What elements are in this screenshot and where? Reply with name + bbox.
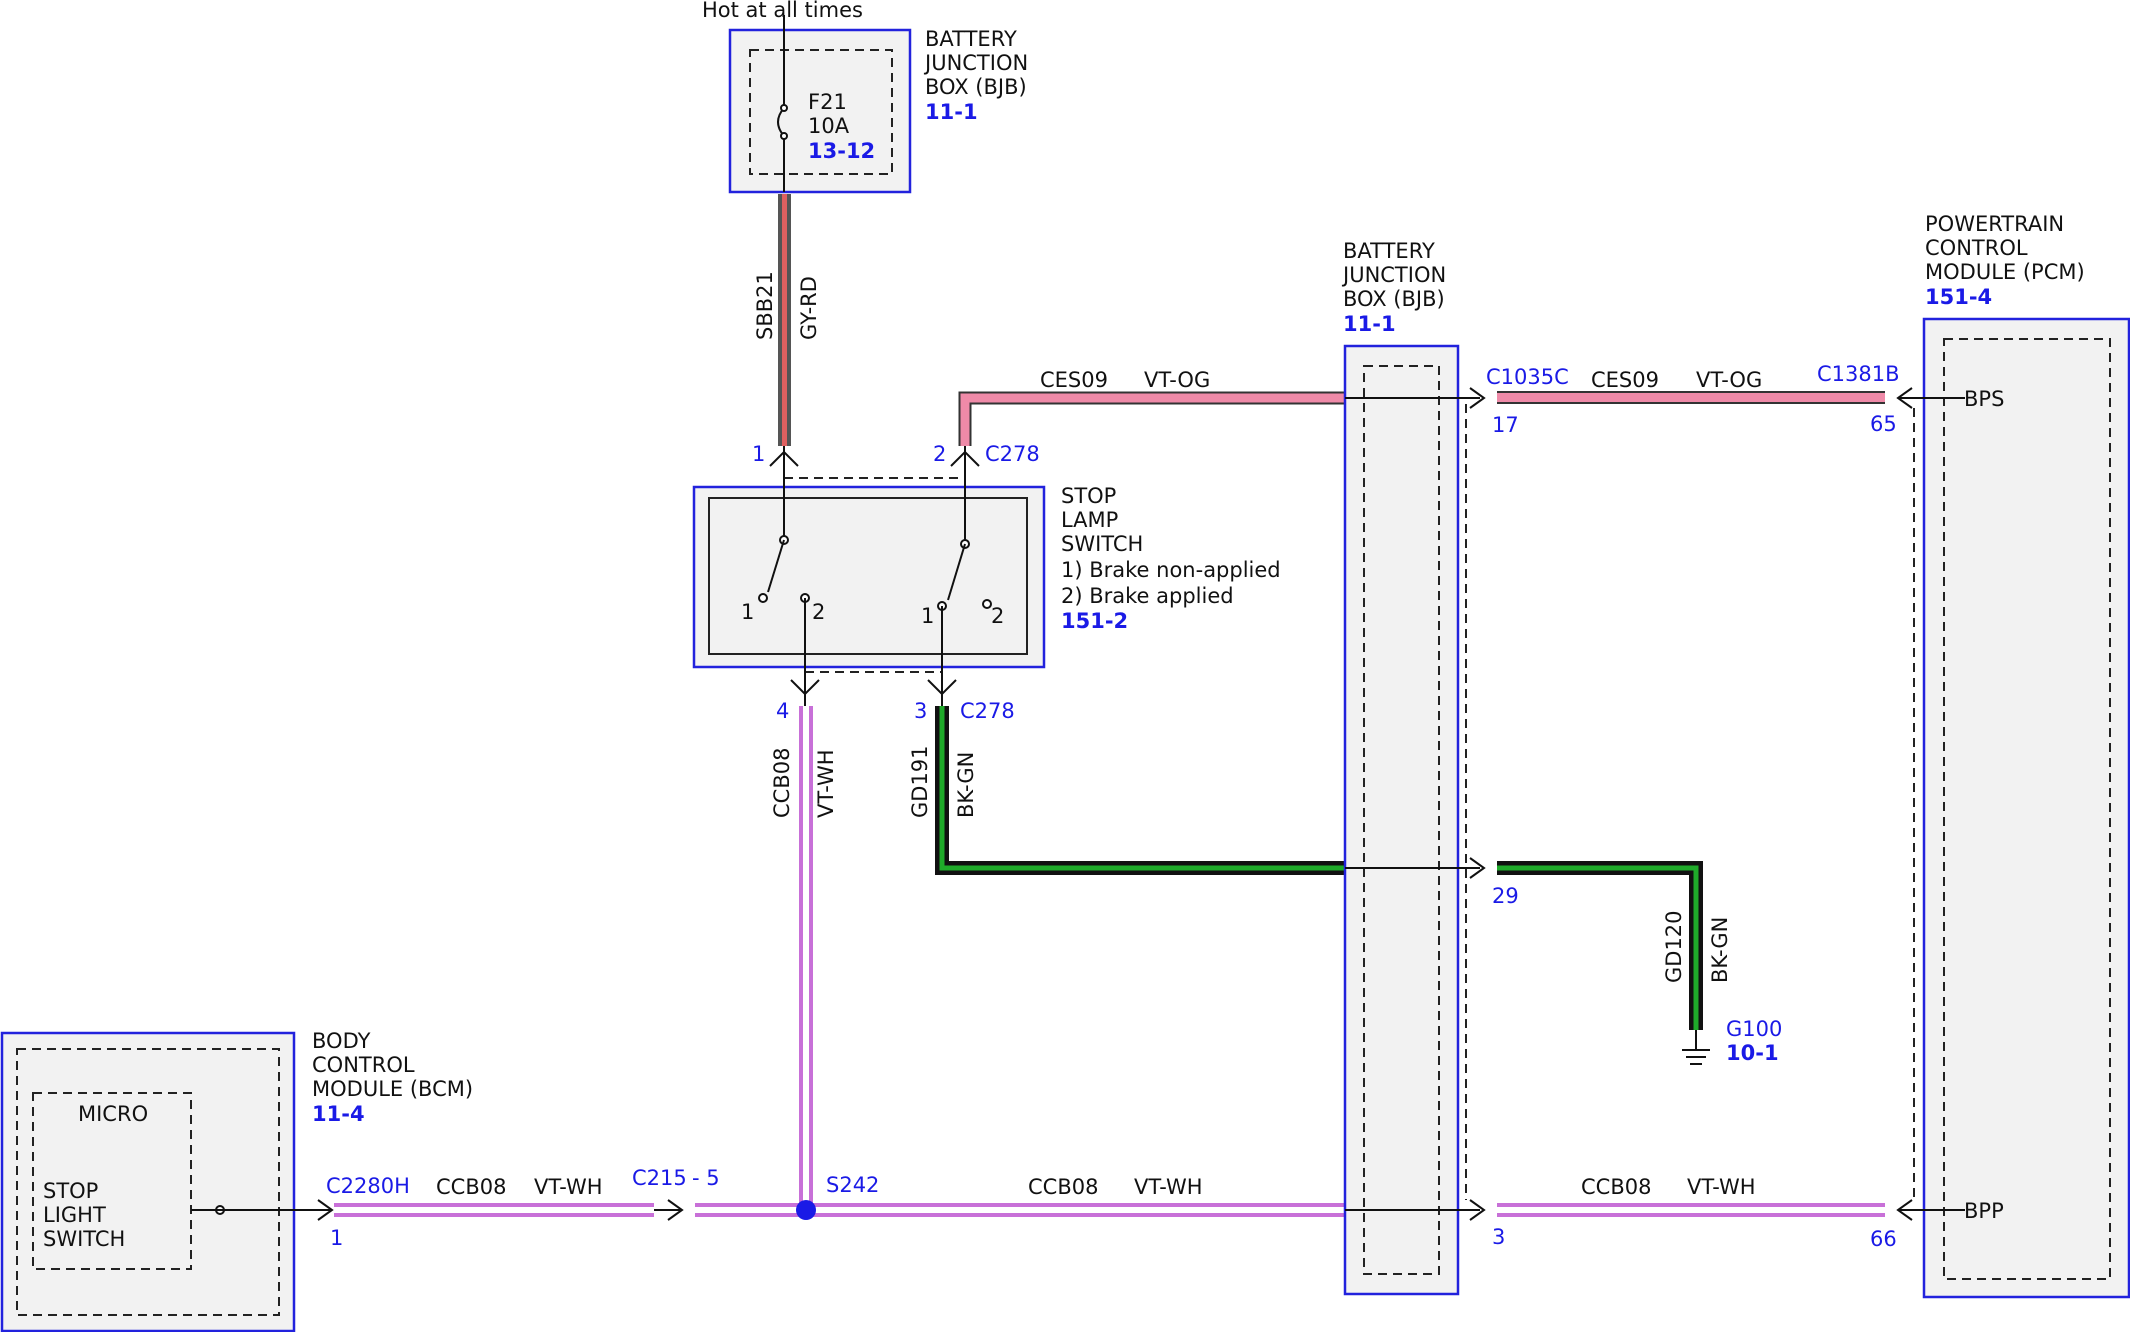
wire-ccb08-vertical: [799, 706, 813, 1210]
bcm-micro: MICRO: [78, 1102, 148, 1126]
pcm-name-1: POWERTRAIN: [1925, 212, 2064, 236]
wire-sbb21: [778, 194, 791, 446]
ces09-left-color: VT-OG: [1144, 368, 1210, 392]
bcm-name-2: CONTROL: [312, 1053, 415, 1077]
switch-pin-2: 2: [933, 442, 946, 466]
fuse-ref: 13-12: [808, 139, 875, 163]
ccb08-bcm-color: VT-WH: [534, 1175, 603, 1199]
connector-c278-bottom: C278: [960, 699, 1015, 723]
bjb-pin-3: 3: [1492, 1225, 1505, 1249]
ces09-left-circuit: CES09: [1040, 368, 1108, 392]
connector-c215-pin: - 5: [692, 1166, 720, 1190]
wire-gd191: [935, 706, 1345, 875]
connector-c1035c: C1035C: [1486, 365, 1569, 389]
switch-right-contact-2: 2: [991, 604, 1004, 628]
switch-pin-1: 1: [752, 442, 765, 466]
gd120-color: BK-GN: [1708, 917, 1732, 983]
switch-right-contact-1: 1: [921, 604, 934, 628]
ccb08-mid-circuit: CCB08: [1028, 1175, 1098, 1199]
ces09-right-circuit: CES09: [1591, 368, 1659, 392]
wire-ces09-left: [958, 391, 1345, 446]
bjb-pin-17: 17: [1492, 413, 1519, 437]
switch-pin-3: 3: [914, 699, 927, 723]
ground-id: G100: [1726, 1017, 1782, 1041]
fuse-id: F21: [808, 90, 847, 114]
fuse-rating: 10A: [808, 114, 850, 138]
bjb-mid-name-2: JUNCTION: [1341, 263, 1446, 287]
wire-ccb08-horizontal: [334, 1203, 1885, 1217]
bjb-top-name-1: BATTERY: [925, 27, 1017, 51]
stop-switch-name-3: SWITCH: [1061, 532, 1143, 556]
bjb-pin-29: 29: [1492, 884, 1519, 908]
power-note: Hot at all times: [702, 0, 863, 22]
connector-c215: [654, 1199, 684, 1221]
ccb08-vertical-color: VT-WH: [814, 749, 838, 818]
bjb-mid-ref: 11-1: [1343, 312, 1396, 336]
pcm-name-3: MODULE (PCM): [1925, 260, 2085, 284]
pcm-pin-66: 66: [1870, 1227, 1897, 1251]
bjb-middle: [1343, 344, 1486, 1296]
switch-left-contact-2: 2: [812, 600, 825, 624]
bcm-input-2: LIGHT: [43, 1203, 106, 1227]
bjb-top-ref: 11-1: [925, 100, 978, 124]
sbb21-circuit: SBB21: [753, 271, 777, 340]
bjb-mid-name-3: BOX (BJB): [1343, 287, 1445, 311]
bjb-mid-name-1: BATTERY: [1343, 239, 1435, 263]
ccb08-vertical-circuit: CCB08: [770, 748, 794, 818]
ccb08-right-circuit: CCB08: [1581, 1175, 1651, 1199]
sbb21-color: GY-RD: [797, 276, 821, 340]
pcm-module: [1896, 317, 2130, 1299]
pcm-name-2: CONTROL: [1925, 236, 2028, 260]
wire-ces09-right: [1497, 391, 1885, 404]
bcm-name-3: MODULE (BCM): [312, 1077, 473, 1101]
stop-switch-name-2: LAMP: [1061, 508, 1118, 532]
gd191-circuit: GD191: [908, 745, 932, 818]
bcm-pin-1: 1: [330, 1226, 343, 1250]
bjb-top-name-2: JUNCTION: [923, 51, 1028, 75]
bcm-input-3: SWITCH: [43, 1227, 125, 1251]
gd120-circuit: GD120: [1662, 910, 1686, 983]
ground-ref: 10-1: [1726, 1041, 1779, 1065]
splice-s242: [796, 1200, 816, 1220]
stop-lamp-wiring-diagram: Hot at all times F21 10A 13-12 BATTERY J…: [0, 0, 2130, 1332]
bcm-input-1: STOP: [43, 1179, 98, 1203]
ccb08-bcm-circuit: CCB08: [436, 1175, 506, 1199]
ccb08-mid-color: VT-WH: [1134, 1175, 1203, 1199]
pcm-pin-bpp: BPP: [1964, 1199, 2004, 1223]
ground-symbol: [1682, 1030, 1710, 1065]
ces09-right-color: VT-OG: [1696, 368, 1762, 392]
switch-left-contact-1: 1: [741, 600, 754, 624]
connector-c278-top: C278: [985, 442, 1040, 466]
pcm-ref: 151-4: [1925, 285, 1992, 309]
switch-pin-4: 4: [776, 699, 789, 723]
bcm-ref: 11-4: [312, 1102, 365, 1126]
connector-c1381b: C1381B: [1817, 362, 1900, 386]
connector-c215-label: C215: [632, 1166, 687, 1190]
stop-switch-state-2: 2) Brake applied: [1061, 584, 1234, 608]
stop-switch-name-1: STOP: [1061, 484, 1116, 508]
stop-lamp-switch: [692, 446, 1046, 706]
gd191-color: BK-GN: [954, 752, 978, 818]
stop-switch-state-1: 1) Brake non-applied: [1061, 558, 1281, 582]
bcm-name-1: BODY: [312, 1029, 371, 1053]
pcm-pin-bps: BPS: [1964, 387, 2004, 411]
stop-switch-ref: 151-2: [1061, 609, 1128, 633]
bjb-top-name-3: BOX (BJB): [925, 75, 1027, 99]
splice-s242-label: S242: [826, 1173, 879, 1197]
ccb08-right-color: VT-WH: [1687, 1175, 1756, 1199]
connector-c2280h: C2280H: [326, 1174, 410, 1198]
pcm-pin-65: 65: [1870, 412, 1897, 436]
